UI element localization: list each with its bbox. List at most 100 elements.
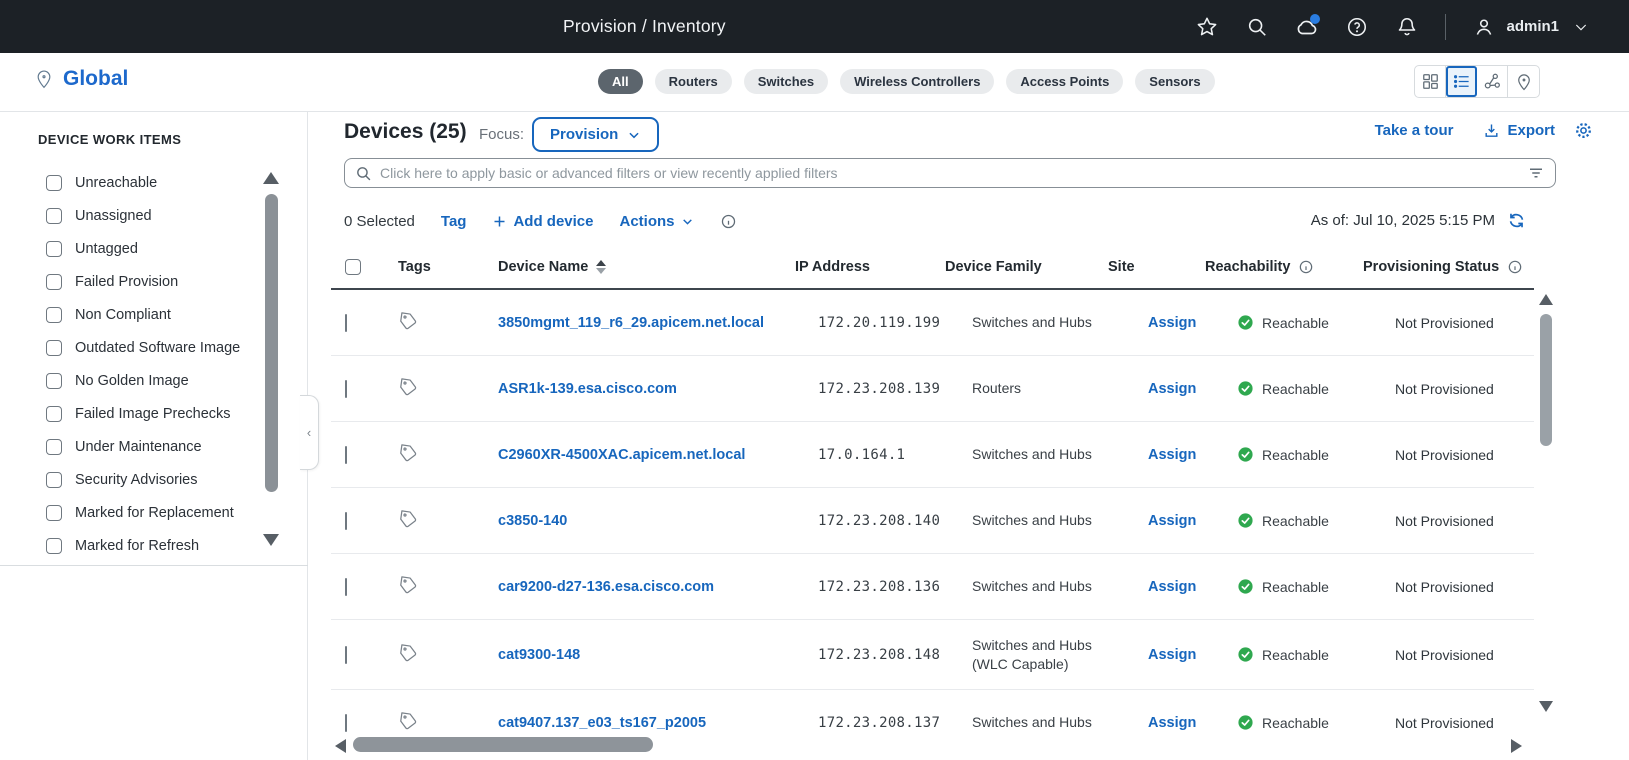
device-name-link[interactable]: cat9407.137_e03_ts167_p2005 [498,715,706,731]
device-name-link[interactable]: car9200-d27-136.esa.cisco.com [498,579,714,595]
work-item-row[interactable]: Failed Provision [46,265,240,298]
work-item-checkbox[interactable] [46,537,62,554]
work-item-checkbox[interactable] [46,372,62,389]
work-item-row[interactable]: Failed Image Prechecks [46,397,240,430]
work-item-row[interactable]: Security Advisories [46,463,240,496]
row-checkbox[interactable] [345,313,347,332]
work-item-row[interactable]: Outdated Software Image [46,331,240,364]
select-all-checkbox[interactable] [345,258,361,275]
list-view-button[interactable] [1446,66,1477,97]
filter-icon[interactable] [1527,164,1545,182]
device-name-link[interactable]: ASR1k-139.esa.cisco.com [498,381,677,397]
table-horizontal-scrollbar[interactable] [331,737,1534,755]
refresh-icon[interactable] [1507,211,1526,230]
filter-search-bar[interactable] [344,158,1556,188]
work-item-checkbox[interactable] [46,273,62,290]
device-name-link[interactable]: cat9300-148 [498,647,580,663]
sidebar-scrollbar-thumb[interactable] [265,194,278,492]
actions-dropdown[interactable]: Actions [619,213,693,230]
device-name-link[interactable]: 3850mgmt_119_r6_29.apicem.net.local [498,315,764,331]
notifications-bell-icon[interactable] [1395,15,1419,39]
work-item-row[interactable]: Untagged [46,232,240,265]
filter-search-input[interactable] [380,165,1527,181]
work-item-row[interactable]: Marked for Refresh [46,529,240,562]
row-checkbox[interactable] [345,379,347,398]
site-selector[interactable]: Global [34,67,128,91]
focus-dropdown[interactable]: Provision [532,117,660,152]
assign-site-link[interactable]: Assign [1148,513,1196,529]
scroll-up-arrow[interactable] [1539,294,1553,305]
cloud-status-icon[interactable] [1295,13,1321,39]
scroll-down-arrow[interactable] [1539,701,1553,712]
tag-icon[interactable] [397,376,420,399]
actions-info-icon[interactable] [720,213,737,230]
assign-site-link[interactable]: Assign [1148,381,1196,397]
row-checkbox[interactable] [345,511,347,530]
vertical-scrollbar-thumb[interactable] [1540,314,1552,446]
work-item-checkbox[interactable] [46,306,62,323]
device-type-chip[interactable]: Sensors [1135,69,1215,94]
device-name-link[interactable]: c3850-140 [498,513,567,529]
work-item-row[interactable]: Non Compliant [46,298,240,331]
take-a-tour-link[interactable]: Take a tour [1375,122,1454,139]
assign-site-link[interactable]: Assign [1148,647,1196,663]
row-checkbox[interactable] [345,577,347,596]
tag-icon[interactable] [397,710,420,733]
row-checkbox[interactable] [345,713,347,732]
assign-site-link[interactable]: Assign [1148,315,1196,331]
sort-icon[interactable] [596,259,607,274]
device-name-link[interactable]: C2960XR-4500XAC.apicem.net.local [498,447,745,463]
user-menu[interactable]: admin1 [1472,15,1593,39]
work-item-row[interactable]: No Golden Image [46,364,240,397]
work-item-checkbox[interactable] [46,207,62,224]
column-header-reachability[interactable]: Reachability [1200,259,1358,275]
work-item-checkbox[interactable] [46,504,62,521]
tag-icon[interactable] [397,642,420,665]
scroll-left-arrow[interactable] [335,739,346,753]
column-header-family[interactable]: Device Family [940,259,1103,275]
device-type-chip[interactable]: Wireless Controllers [840,69,995,94]
work-item-checkbox[interactable] [46,438,62,455]
assign-site-link[interactable]: Assign [1148,715,1196,731]
search-icon[interactable] [1245,15,1269,39]
column-header-device-name[interactable]: Device Name [484,259,780,275]
tag-icon[interactable] [397,574,420,597]
topology-view-button[interactable] [1477,66,1508,97]
map-view-button[interactable] [1508,66,1539,97]
info-icon[interactable] [1507,259,1523,275]
sidebar-scroll-up-arrow[interactable] [263,172,279,184]
column-header-site[interactable]: Site [1103,259,1200,275]
row-checkbox[interactable] [345,445,347,464]
assign-site-link[interactable]: Assign [1148,447,1196,463]
scroll-right-arrow[interactable] [1511,739,1522,753]
info-icon[interactable] [1298,259,1314,275]
column-header-tags[interactable]: Tags [386,259,484,275]
tag-icon[interactable] [397,442,420,465]
column-header-ip[interactable]: IP Address [780,259,940,275]
row-checkbox[interactable] [345,645,347,664]
work-item-row[interactable]: Marked for Replacement [46,496,240,529]
help-icon[interactable] [1345,15,1369,39]
device-type-chip[interactable]: All [598,69,643,94]
favorites-star-icon[interactable] [1195,15,1219,39]
work-item-row[interactable]: Unreachable [46,166,240,199]
work-item-row[interactable]: Under Maintenance [46,430,240,463]
work-item-checkbox[interactable] [46,240,62,257]
table-vertical-scrollbar[interactable] [1538,290,1554,730]
tag-icon[interactable] [397,508,420,531]
tag-button[interactable]: Tag [441,213,467,230]
add-device-button[interactable]: Add device [492,213,593,230]
device-type-chip[interactable]: Routers [654,69,732,94]
tag-icon[interactable] [397,310,420,333]
work-item-checkbox[interactable] [46,174,62,191]
export-button[interactable]: Export [1483,122,1555,139]
work-item-checkbox[interactable] [46,405,62,422]
work-item-checkbox[interactable] [46,471,62,488]
work-item-row[interactable]: Unassigned [46,199,240,232]
sidebar-scroll-down-arrow[interactable] [263,534,279,546]
work-item-checkbox[interactable] [46,339,62,356]
horizontal-scrollbar-thumb[interactable] [353,737,653,752]
table-settings-gear-icon[interactable] [1573,120,1594,146]
dashboard-view-button[interactable] [1415,66,1446,97]
assign-site-link[interactable]: Assign [1148,579,1196,595]
